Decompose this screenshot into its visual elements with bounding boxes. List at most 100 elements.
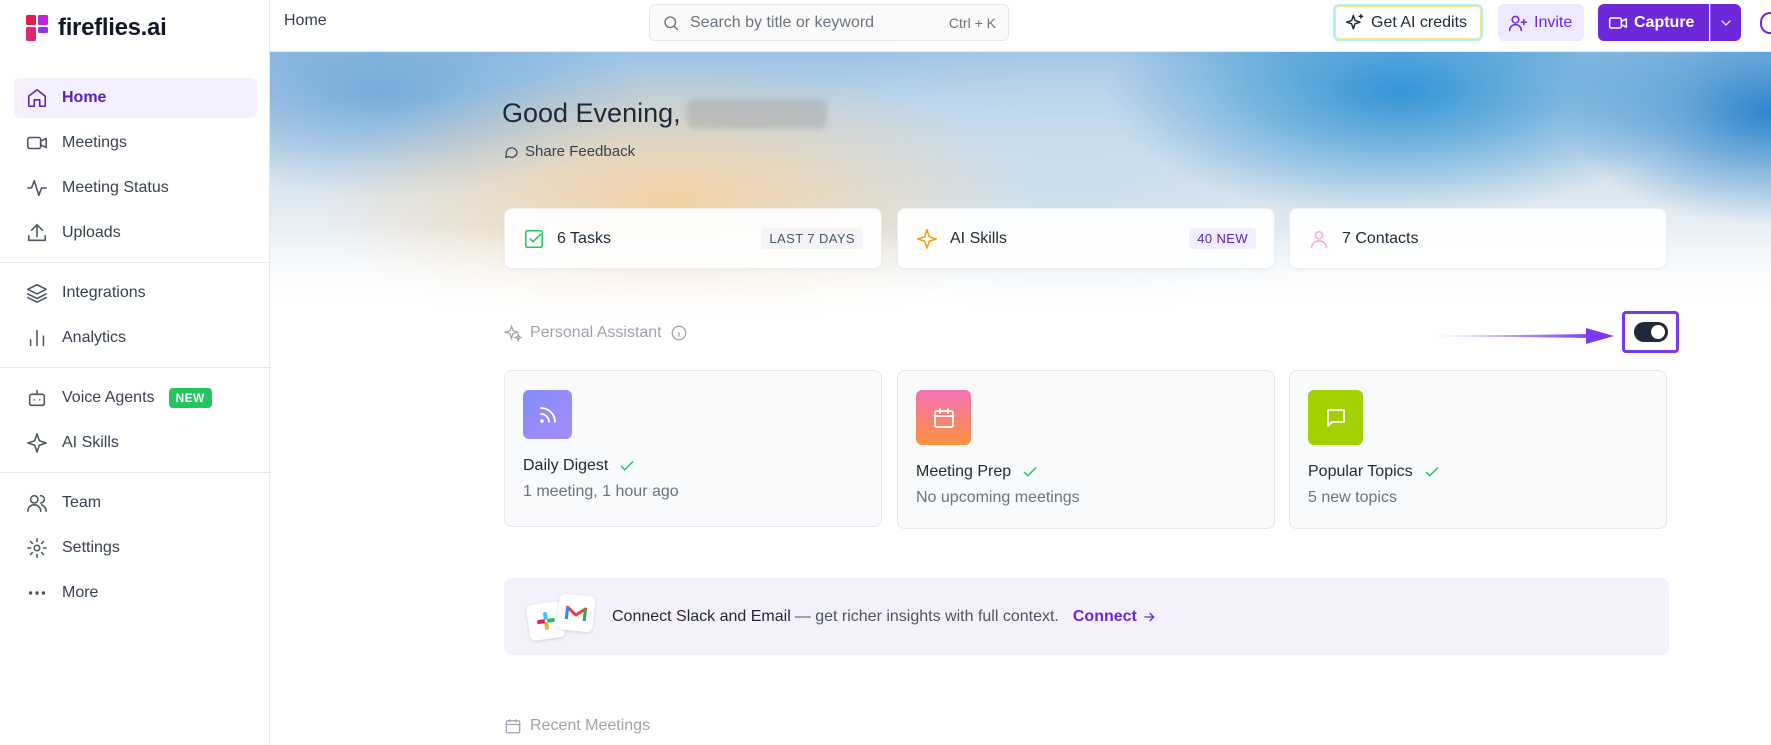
sidebar-item-label: AI Skills — [62, 434, 119, 451]
sidebar-item-meeting-status[interactable]: Meeting Status — [14, 168, 257, 208]
tasks-card[interactable]: 6 Tasks LAST 7 DAYS — [504, 208, 882, 269]
personal-assistant-header: Personal Assistant — [504, 324, 688, 342]
share-feedback-link[interactable]: Share Feedback — [503, 143, 635, 160]
sidebar-item-analytics[interactable]: Analytics — [14, 318, 257, 358]
sidebar-item-settings[interactable]: Settings — [14, 528, 257, 568]
greeting-text: Good Evening, — [502, 98, 681, 128]
annotation-arrow — [1434, 328, 1614, 344]
integration-logos — [525, 592, 596, 641]
sidebar-item-label: Voice Agents — [62, 389, 155, 406]
sidebar-item-voice-agents[interactable]: Voice Agents NEW — [14, 378, 257, 418]
popular-topics-title: Popular Topics — [1308, 463, 1648, 481]
connect-link-label: Connect — [1072, 607, 1137, 625]
sidebar-divider — [0, 367, 271, 368]
sidebar-item-home[interactable]: Home — [14, 78, 257, 118]
daily-digest-subtitle: 1 meeting, 1 hour ago — [523, 483, 679, 500]
meeting-prep-card[interactable]: Meeting Prep No upcoming meetings — [897, 370, 1275, 529]
video-camera-icon — [1608, 16, 1628, 29]
toggle-knob — [1650, 325, 1665, 339]
connect-description: — get richer insights with full context. — [794, 607, 1059, 625]
new-badge: NEW — [168, 388, 212, 408]
check-icon — [1023, 466, 1037, 477]
chevron-down-icon — [1721, 19, 1731, 26]
ai-skills-label: AI Skills — [950, 229, 1007, 247]
gmail-logo-icon — [556, 592, 596, 633]
popular-topics-card[interactable]: Popular Topics 5 new topics — [1289, 370, 1667, 529]
connect-link[interactable]: Connect — [1073, 608, 1157, 626]
daily-digest-title: Daily Digest — [523, 457, 863, 475]
get-ai-credits-button[interactable]: Get AI credits — [1333, 4, 1483, 41]
fireflies-logo-icon — [26, 15, 48, 41]
check-icon — [620, 460, 634, 471]
sidebar-item-label: Meetings — [62, 134, 127, 151]
user-icon — [1310, 230, 1328, 248]
invite-button[interactable]: Invite — [1498, 4, 1584, 41]
info-icon[interactable] — [670, 324, 688, 342]
hero-background — [270, 52, 1771, 317]
ai-skills-new-tag: 40 NEW — [1189, 228, 1256, 249]
sidebar-item-integrations[interactable]: Integrations — [14, 273, 257, 313]
daily-digest-icon-tile — [523, 390, 572, 439]
arrow-right-icon — [1144, 612, 1155, 621]
card-title-text: Daily Digest — [523, 457, 609, 474]
app-name: fireflies.ai — [58, 14, 167, 41]
chat-bubble-icon — [504, 146, 518, 158]
search-box[interactable]: Ctrl + K — [649, 4, 1009, 41]
capture-button[interactable]: Capture — [1598, 4, 1709, 41]
calendar-icon — [505, 719, 521, 734]
capture-label: Capture — [1634, 13, 1695, 31]
sidebar-nav: Home Meetings Meeting Status Uploads Int… — [0, 78, 271, 618]
personal-assistant-toggle-highlight[interactable] — [1622, 311, 1679, 353]
breadcrumb: Home — [284, 12, 327, 29]
sidebar-item-label: Team — [62, 494, 102, 511]
search-shortcut: Ctrl + K — [948, 14, 996, 31]
contacts-card[interactable]: 7 Contacts — [1289, 208, 1667, 269]
personal-assistant-title: Personal Assistant — [530, 324, 662, 341]
sidebar-item-label: More — [62, 584, 99, 601]
activity-icon — [27, 179, 47, 197]
sidebar-item-ai-skills[interactable]: AI Skills — [14, 423, 257, 463]
users-icon — [27, 494, 47, 513]
ai-skills-card[interactable]: AI Skills 40 NEW — [897, 208, 1275, 269]
recent-meetings-header: Recent Meetings — [504, 717, 650, 735]
meeting-prep-title: Meeting Prep — [916, 463, 1256, 481]
sidebar-item-label: Settings — [62, 539, 120, 556]
sidebar-item-label: Integrations — [62, 284, 146, 301]
sidebar: fireflies.ai Home Meetings Meeting Statu… — [0, 0, 271, 745]
topbar: Home Ctrl + K Get AI credits Invite Capt… — [270, 0, 1771, 52]
sidebar-divider — [0, 472, 271, 473]
connect-banner: Connect Slack and Email — get richer ins… — [504, 578, 1669, 655]
meeting-prep-icon-tile — [916, 390, 971, 445]
sparkle-icon — [27, 433, 47, 453]
recent-meetings-title: Recent Meetings — [530, 717, 651, 734]
invite-label: Invite — [1534, 13, 1573, 31]
sidebar-item-label: Meeting Status — [62, 179, 169, 196]
search-icon — [664, 15, 679, 30]
daily-digest-card[interactable]: Daily Digest 1 meeting, 1 hour ago — [504, 370, 882, 527]
card-title-text: Meeting Prep — [916, 463, 1012, 480]
connect-title: Connect Slack and Email — [612, 607, 791, 625]
video-camera-icon — [27, 136, 47, 150]
check-icon — [1425, 466, 1439, 477]
search-input[interactable] — [690, 13, 939, 32]
calendar-icon — [933, 407, 954, 428]
tasks-label: 6 Tasks — [557, 229, 611, 247]
sidebar-item-label: Uploads — [62, 224, 121, 241]
sparkle-icon — [1345, 13, 1364, 30]
capture-dropdown-button[interactable] — [1710, 4, 1741, 41]
sidebar-item-meetings[interactable]: Meetings — [14, 123, 257, 163]
popular-topics-icon-tile — [1308, 390, 1363, 445]
sidebar-item-more[interactable]: More — [14, 573, 257, 613]
sidebar-item-team[interactable]: Team — [14, 483, 257, 523]
sparkle-icon — [917, 228, 937, 249]
rss-icon — [539, 406, 556, 423]
home-icon — [27, 88, 47, 108]
personal-assistant-toggle[interactable] — [1633, 322, 1668, 342]
sidebar-divider — [0, 262, 271, 263]
get-ai-credits-label: Get AI credits — [1371, 13, 1468, 31]
sidebar-item-uploads[interactable]: Uploads — [14, 213, 257, 253]
blurred-user-name — [686, 98, 827, 129]
microphone-icon[interactable] — [1760, 12, 1771, 34]
sparkles-icon — [504, 324, 522, 342]
app-logo[interactable]: fireflies.ai — [26, 14, 167, 42]
